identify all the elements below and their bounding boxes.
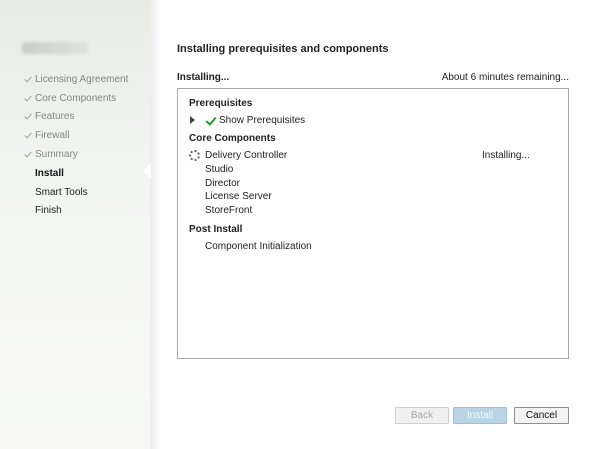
section-heading-post-install: Post Install: [189, 224, 243, 235]
component-label: Delivery Controller: [205, 150, 288, 161]
component-delivery-controller: Delivery Controller: [205, 150, 287, 161]
component-label: Director: [205, 178, 241, 189]
step-label: Finish: [35, 205, 62, 217]
show-prerequisites-label: Show Prerequisites: [219, 115, 306, 126]
component-label: Studio: [205, 164, 234, 175]
step-label: Licensing Agreement: [35, 73, 129, 85]
page-title: Installing prerequisites and components: [177, 43, 389, 55]
install-button[interactable]: Install: [453, 407, 507, 424]
progress-status-row: Installing... About 6 minutes remaining.…: [177, 72, 569, 83]
checkmark-icon: [24, 75, 33, 84]
component-status: Installing...: [482, 150, 530, 161]
product-logo: [22, 42, 88, 54]
install-status: Installing...: [177, 72, 230, 83]
step-label: Smart Tools: [35, 186, 88, 198]
step-licensing-agreement[interactable]: Licensing Agreement: [24, 70, 128, 89]
step-install: Install: [24, 164, 128, 183]
checkmark-icon: [24, 112, 33, 121]
wizard-steps: Licensing Agreement Core Components Feat…: [24, 70, 128, 220]
component-director: Director: [205, 178, 240, 189]
component-studio: Studio: [205, 164, 233, 175]
install-progress-panel: Prerequisites Show Prerequisites Core Co…: [177, 88, 569, 359]
step-label: Summary: [35, 149, 78, 161]
section-heading-core-components: Core Components: [189, 133, 276, 144]
step-label: Features: [35, 111, 75, 123]
step-smart-tools: Smart Tools: [24, 183, 128, 202]
step-firewall[interactable]: Firewall: [24, 126, 128, 145]
expand-triangle-icon[interactable]: [190, 116, 195, 124]
component-label: License Server: [205, 191, 272, 202]
green-check-icon: [205, 116, 215, 126]
step-finish: Finish: [24, 202, 128, 221]
component-storefront: StoreFront: [205, 205, 252, 216]
component-license-server: License Server: [205, 191, 272, 202]
wizard-sidebar: Licensing Agreement Core Components Feat…: [0, 0, 160, 449]
checkmark-icon: [24, 131, 33, 140]
active-step-pointer: [143, 163, 151, 179]
step-features[interactable]: Features: [24, 108, 128, 127]
checkmark-icon: [24, 150, 33, 159]
show-prerequisites-toggle[interactable]: Show Prerequisites: [205, 115, 305, 126]
component-label: StoreFront: [205, 205, 253, 216]
step-core-components[interactable]: Core Components: [24, 89, 128, 108]
checkmark-icon: [24, 94, 33, 103]
step-label: Install: [35, 167, 64, 179]
cancel-button[interactable]: Cancel: [514, 407, 569, 424]
section-heading-prerequisites: Prerequisites: [189, 98, 253, 109]
spinner-icon: [189, 150, 200, 161]
component-initialization: Component Initialization: [205, 241, 312, 252]
step-label: Firewall: [35, 130, 70, 142]
step-label: Core Components: [35, 92, 117, 104]
component-label: Component Initialization: [205, 241, 312, 252]
back-button[interactable]: Back: [395, 407, 449, 424]
time-remaining: About 6 minutes remaining...: [441, 72, 569, 83]
step-summary[interactable]: Summary: [24, 145, 128, 164]
